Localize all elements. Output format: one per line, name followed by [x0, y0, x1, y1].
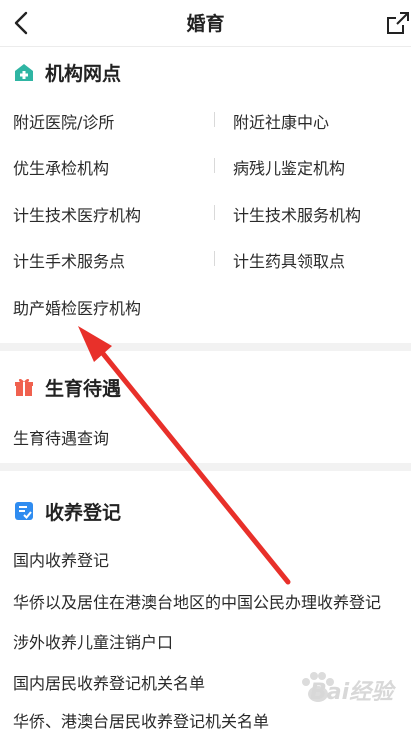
- divider: [214, 251, 215, 266]
- divider: [214, 112, 215, 127]
- link-nearby-hospital[interactable]: 附近医院/诊所: [13, 109, 114, 133]
- link-family-planning-service[interactable]: 计生技术服务机构: [233, 202, 361, 226]
- registration-icon: [15, 502, 33, 520]
- section-divider: [0, 343, 411, 351]
- section-title: 机构网点: [45, 62, 122, 85]
- link-domestic-adoption[interactable]: 国内收养登记: [13, 547, 109, 571]
- link-prenatal-test-institutions[interactable]: 优生承检机构: [13, 155, 109, 179]
- link-family-planning-medical[interactable]: 计生技术医疗机构: [13, 202, 141, 226]
- link-overseas-registration-offices[interactable]: 华侨、港澳台居民收养登记机关名单: [13, 708, 269, 732]
- link-disabled-child-appraisal[interactable]: 病残儿鉴定机构: [233, 155, 345, 179]
- link-foreign-adoption-deregister[interactable]: 涉外收养儿童注销户口: [13, 629, 173, 653]
- link-maternity-benefit-query[interactable]: 生育待遇查询: [13, 425, 109, 449]
- section-header-institutions: 机构网点: [13, 57, 121, 87]
- gift-icon: [15, 378, 33, 396]
- link-surgery-service-point[interactable]: 计生手术服务点: [13, 248, 125, 272]
- link-overseas-chinese-adoption[interactable]: 华侨以及居住在港澳台地区的中国公民办理收养登记: [13, 589, 381, 613]
- divider: [214, 158, 215, 173]
- link-domestic-registration-offices[interactable]: 国内居民收养登记机关名单: [13, 670, 205, 694]
- share-icon[interactable]: [386, 9, 410, 37]
- section-title: 收养登记: [45, 501, 122, 524]
- section-header-maternity-benefits: 生育待遇: [13, 372, 121, 402]
- section-title: 生育待遇: [45, 377, 122, 400]
- watermark-text: Bai经验: [310, 680, 394, 705]
- section-header-adoption-registration: 收养登记: [13, 496, 121, 526]
- link-midwifery-premarital-check[interactable]: 助产婚检医疗机构: [13, 295, 141, 319]
- page-title: 婚育: [186, 13, 225, 35]
- link-nearby-health-center[interactable]: 附近社康中心: [233, 109, 329, 133]
- divider: [214, 205, 215, 220]
- link-contraceptive-pickup[interactable]: 计生药具领取点: [233, 248, 345, 272]
- section-divider: [0, 463, 411, 471]
- nav-bar: 婚育: [0, 0, 411, 47]
- hospital-icon: [15, 64, 33, 81]
